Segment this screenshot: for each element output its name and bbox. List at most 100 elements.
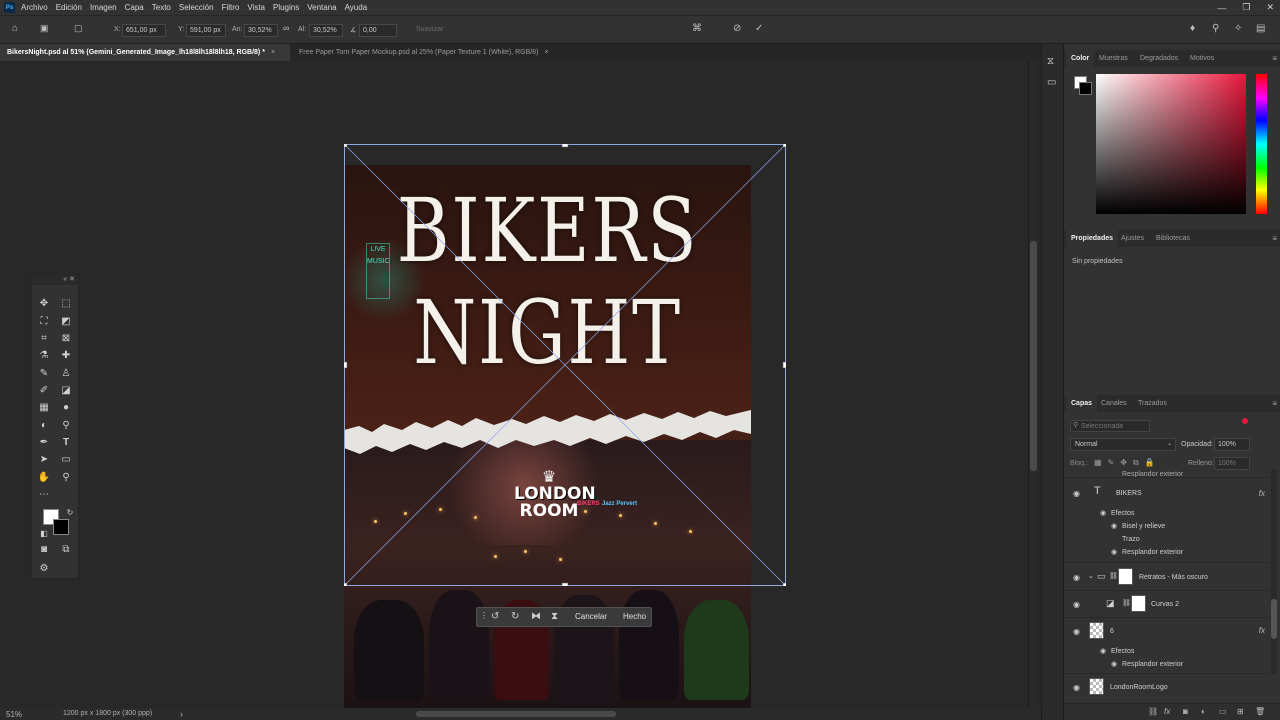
tab-motivos[interactable]: Motivos bbox=[1185, 50, 1219, 67]
close-button[interactable]: ✕ bbox=[1266, 2, 1274, 13]
panel-menu-icon[interactable]: ≡ bbox=[1272, 54, 1277, 63]
visibility-eye-icon[interactable]: ◉ bbox=[1073, 683, 1080, 692]
notifications-icon[interactable]: ♦ bbox=[1190, 23, 1195, 34]
tab-close-icon[interactable]: × bbox=[271, 49, 275, 56]
add-mask-icon[interactable]: ◙ bbox=[1183, 707, 1188, 716]
layer-mask-thumbnail[interactable] bbox=[1131, 595, 1146, 612]
blend-mode-select[interactable]: Normal ⌄ bbox=[1070, 438, 1176, 451]
quick-select-tool-icon[interactable]: ◩ bbox=[59, 315, 73, 329]
rotate-right-icon[interactable]: ↻ bbox=[511, 611, 519, 622]
discover-icon[interactable]: ✧ bbox=[1234, 23, 1242, 34]
tab-capas[interactable]: Capas bbox=[1066, 395, 1098, 412]
frame-tool-icon[interactable]: ⊠ bbox=[59, 332, 73, 346]
new-group-icon[interactable]: ▭ bbox=[1219, 707, 1227, 716]
layer-row-bikers[interactable]: ◉ T BIKERS fx bbox=[1064, 481, 1269, 505]
layer-row-londonroomlogo[interactable]: ◉ LondonRoomLogo bbox=[1064, 674, 1269, 700]
visibility-eye-icon[interactable]: ◉ bbox=[1073, 489, 1080, 498]
menu-texto[interactable]: Texto bbox=[152, 3, 171, 12]
flip-horizontal-icon[interactable]: ⧓ bbox=[531, 611, 541, 622]
y-position-input[interactable]: 591,00 px bbox=[186, 24, 226, 37]
tab-color[interactable]: Color bbox=[1066, 50, 1095, 67]
angle-input[interactable]: 0,00 bbox=[359, 24, 397, 37]
layer-row-curvas[interactable]: ◉ ◪ ⛓ Curvas 2 bbox=[1064, 591, 1269, 617]
tab-ajustes[interactable]: Ajustes bbox=[1116, 230, 1149, 247]
panel-menu-icon[interactable]: ≡ bbox=[1272, 234, 1277, 243]
rotate-left-icon[interactable]: ↺ bbox=[491, 611, 499, 622]
done-button[interactable]: Hecho bbox=[617, 608, 652, 626]
status-menu-arrow[interactable]: › bbox=[180, 709, 183, 719]
layer-effect-outer-glow[interactable]: ◉ Resplandor exterior bbox=[1064, 547, 1269, 559]
history-panel-icon[interactable]: ⧖ bbox=[1047, 56, 1054, 67]
visibility-eye-icon[interactable]: ◉ bbox=[1111, 522, 1117, 530]
object-selection-tool-icon[interactable]: ⛶ bbox=[37, 315, 51, 329]
minimize-button[interactable]: — bbox=[1217, 3, 1226, 13]
filter-toggle-icon[interactable] bbox=[1242, 418, 1248, 424]
menu-ventana[interactable]: Ventana bbox=[307, 3, 336, 12]
x-position-input[interactable]: 651,00 px bbox=[122, 24, 166, 37]
smooth-option[interactable]: Suavizar bbox=[416, 26, 443, 33]
visibility-eye-icon[interactable]: ◉ bbox=[1111, 548, 1117, 556]
fx-icon[interactable]: fx bbox=[1259, 489, 1265, 498]
layer-effect-outer-glow[interactable]: ◉ Resplandor exterior bbox=[1064, 659, 1269, 671]
drag-handle-icon[interactable]: ⋮ bbox=[480, 611, 488, 620]
layer-search-input[interactable] bbox=[1070, 420, 1150, 432]
visibility-eye-icon[interactable]: ◉ bbox=[1100, 509, 1106, 517]
dodge-tool-icon[interactable]: ◐ bbox=[37, 419, 51, 433]
cancel-button[interactable]: Cancelar bbox=[569, 608, 613, 626]
default-colors-icon[interactable]: ◧ bbox=[37, 527, 51, 541]
edit-toolbar-icon[interactable]: ⚙ bbox=[37, 562, 51, 576]
tab-canales[interactable]: Canales bbox=[1096, 395, 1132, 412]
home-icon[interactable]: ⌂ bbox=[12, 23, 18, 34]
scroll-thumb[interactable] bbox=[1271, 599, 1277, 639]
fx-icon[interactable]: fx bbox=[1259, 626, 1265, 635]
warp-icon[interactable]: ⌘ bbox=[692, 23, 702, 34]
search-icon[interactable]: ⚲ bbox=[1212, 23, 1219, 34]
panel-background-swatch[interactable] bbox=[1079, 82, 1092, 95]
new-layer-icon[interactable]: ⊞ bbox=[1237, 707, 1244, 716]
eyedropper-tool-icon[interactable]: ⚗ bbox=[37, 349, 51, 363]
layer-row-retratos-group[interactable]: ◉ ⌄ ▭ ⛓ Retratos - Más oscuro bbox=[1064, 564, 1269, 590]
transform-bounding-box[interactable] bbox=[344, 144, 786, 586]
commit-transform-icon[interactable]: ✓ bbox=[755, 23, 763, 34]
menu-archivo[interactable]: Archivo bbox=[21, 3, 48, 12]
tab-muestras[interactable]: Muestras bbox=[1094, 50, 1133, 67]
tab-bibliotecas[interactable]: Bibliotecas bbox=[1151, 230, 1195, 247]
zoom-level[interactable]: 51% bbox=[6, 710, 22, 719]
path-selection-tool-icon[interactable]: ➤ bbox=[37, 453, 51, 467]
visibility-eye-icon[interactable]: ◉ bbox=[1111, 660, 1117, 668]
reference-point-icon[interactable]: ▣ bbox=[40, 23, 49, 34]
color-picker-field[interactable] bbox=[1096, 74, 1246, 214]
menu-seleccion[interactable]: Selección bbox=[179, 3, 214, 12]
history-brush-tool-icon[interactable]: ✐ bbox=[37, 384, 51, 398]
layers-scrollbar[interactable] bbox=[1271, 469, 1277, 674]
healing-brush-tool-icon[interactable]: ✚ bbox=[59, 349, 73, 363]
layer-effect-bevel[interactable]: ◉ Bisel y relieve bbox=[1064, 521, 1269, 533]
horizontal-scroll-thumb[interactable] bbox=[416, 711, 616, 717]
layer-effect-stroke[interactable]: Trazo bbox=[1064, 534, 1269, 546]
quick-mask-icon[interactable]: ◙ bbox=[37, 543, 51, 557]
comments-panel-icon[interactable]: ▭ bbox=[1047, 77, 1056, 88]
clone-stamp-tool-icon[interactable]: ♙ bbox=[59, 367, 73, 381]
rectangle-tool-icon[interactable]: ▭ bbox=[59, 453, 73, 467]
brush-tool-icon[interactable]: ✎ bbox=[37, 367, 51, 381]
layer-effects-header[interactable]: ◉ Efectos bbox=[1064, 508, 1269, 520]
menu-edicion[interactable]: Edición bbox=[56, 3, 82, 12]
scroll-thumb[interactable] bbox=[1030, 241, 1037, 471]
layer-effects-header[interactable]: ◉ Efectos bbox=[1064, 646, 1269, 658]
tab-propiedades[interactable]: Propiedades bbox=[1066, 230, 1119, 247]
panel-menu-icon[interactable]: ≡ bbox=[1272, 399, 1277, 408]
workspace-icon[interactable]: ▤ bbox=[1256, 23, 1265, 34]
cancel-transform-icon[interactable]: ⊘ bbox=[733, 23, 741, 34]
opacity-input[interactable]: 100% bbox=[1214, 438, 1250, 451]
tab-paper-mockup[interactable]: Free Paper Torn Paper Mockup.psd al 25% … bbox=[292, 44, 582, 61]
visibility-eye-icon[interactable]: ◉ bbox=[1100, 647, 1106, 655]
tab-trazados[interactable]: Trazados bbox=[1133, 395, 1172, 412]
zoom-tool-icon[interactable]: ⚲ bbox=[59, 471, 73, 485]
link-layers-icon[interactable]: ⛓ bbox=[1148, 707, 1158, 716]
width-input[interactable]: 30,52% bbox=[244, 24, 278, 37]
visibility-eye-icon[interactable]: ◉ bbox=[1073, 627, 1080, 636]
chevron-down-icon[interactable]: ⌄ bbox=[1088, 572, 1094, 580]
tools-panel-header[interactable]: « ✕ bbox=[32, 275, 78, 285]
background-color-swatch[interactable] bbox=[53, 519, 69, 535]
layer-mask-thumbnail[interactable] bbox=[1118, 568, 1133, 585]
